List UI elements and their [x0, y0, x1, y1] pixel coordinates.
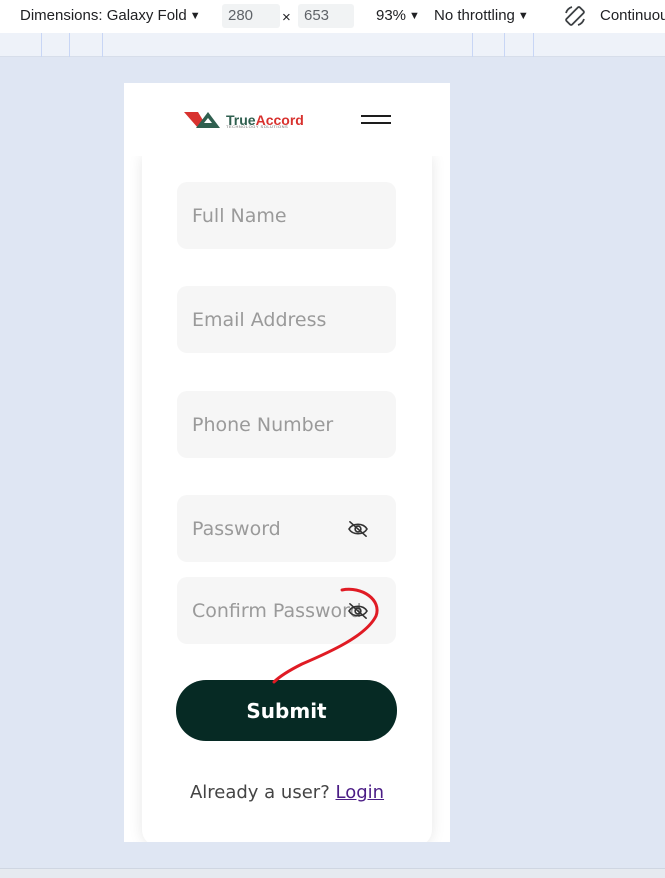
times-symbol: × — [282, 9, 291, 26]
height-input[interactable]: 653 — [298, 4, 354, 28]
email-input[interactable] — [177, 286, 396, 353]
phone-field — [177, 391, 396, 458]
mode-label[interactable]: Continuou — [600, 7, 665, 24]
throttling-label: No throttling — [434, 7, 515, 24]
email-field — [177, 286, 396, 353]
already-user-line: Already a user? Login — [124, 782, 450, 803]
phone-input[interactable] — [177, 391, 396, 458]
chevron-down-icon: ▼ — [409, 10, 420, 22]
chevron-down-icon: ▼ — [517, 10, 529, 22]
ruler-tick — [533, 33, 534, 57]
eye-slash-icon[interactable] — [347, 520, 369, 538]
confirm-password-field — [177, 577, 396, 644]
ruler-tick — [102, 33, 103, 57]
logo-mark-icon — [184, 112, 220, 128]
logo-subtitle: TECHNOLOGY SOLUTIONS — [226, 124, 289, 129]
site-header: TrueAccord TECHNOLOGY SOLUTIONS — [124, 83, 450, 156]
ruler-tick — [41, 33, 42, 57]
chevron-down-icon: ▼ — [189, 10, 201, 22]
width-input[interactable]: 280 — [222, 4, 280, 28]
already-user-text: Already a user? — [189, 782, 330, 803]
media-query-ruler — [0, 33, 665, 57]
bottom-scroll-strip — [0, 868, 665, 878]
throttling-dropdown[interactable]: No throttling ▼ — [434, 7, 529, 24]
hamburger-menu-icon[interactable] — [360, 112, 392, 128]
logo[interactable]: TrueAccord TECHNOLOGY SOLUTIONS — [184, 109, 304, 131]
full-name-field — [177, 182, 396, 249]
device-toolbar: Dimensions: Galaxy Fold ▼ 280 × 653 93% ▼ … — [0, 0, 665, 33]
zoom-label: 93% — [376, 7, 407, 24]
full-name-input[interactable] — [177, 182, 396, 249]
login-link[interactable]: Login — [335, 782, 384, 803]
device-viewport: TrueAccord TECHNOLOGY SOLUTIONS Full Nam… — [124, 83, 450, 842]
ruler-tick — [472, 33, 473, 57]
dimensions-label: Dimensions: Galaxy Fold — [20, 7, 187, 24]
ruler-tick — [69, 33, 70, 57]
zoom-dropdown[interactable]: 93% ▼ — [376, 7, 420, 24]
dimensions-dropdown[interactable]: Dimensions: Galaxy Fold ▼ — [20, 7, 201, 24]
ruler-tick — [504, 33, 505, 57]
submit-button[interactable]: Submit — [176, 680, 397, 741]
eye-slash-icon[interactable] — [347, 602, 369, 620]
password-field — [177, 495, 396, 562]
rotate-icon[interactable] — [563, 4, 587, 28]
